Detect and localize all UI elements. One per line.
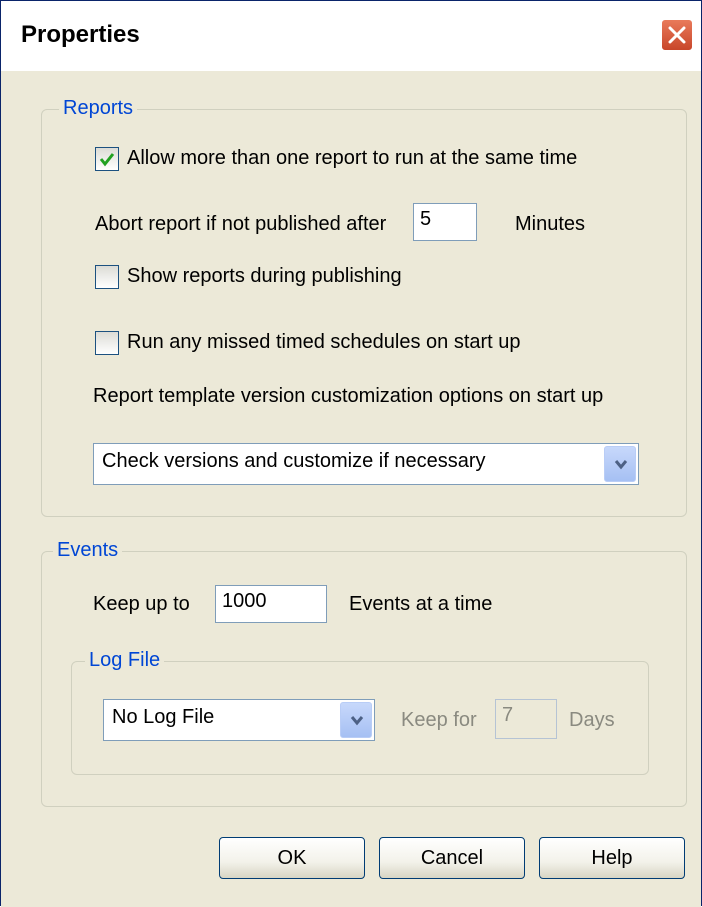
abort-prefix-label: Abort report if not published after (95, 213, 387, 235)
properties-dialog: Properties Reports Allow more than one r… (0, 0, 702, 907)
keep-days-input[interactable]: 7 (495, 699, 557, 739)
template-options-label: Report template version customization op… (93, 385, 604, 407)
close-button[interactable] (661, 19, 693, 51)
chevron-down-icon (350, 716, 364, 726)
cancel-button[interactable]: Cancel (379, 837, 525, 879)
checkmark-icon (99, 153, 115, 167)
reports-legend: Reports (59, 97, 138, 120)
abort-suffix-label: Minutes (515, 213, 586, 235)
keep-events-value: 1000 (222, 590, 267, 612)
title-bar[interactable]: Properties (1, 1, 701, 71)
ok-button[interactable]: OK (219, 837, 365, 879)
help-button[interactable]: Help (539, 837, 685, 879)
template-options-value: Check versions and customize if necessar… (102, 450, 486, 472)
logfile-legend: Log File (85, 649, 165, 672)
keep-events-suffix-label: Events at a time (349, 593, 493, 615)
abort-minutes-value: 5 (420, 208, 432, 230)
template-options-select[interactable]: Check versions and customize if necessar… (93, 443, 639, 485)
abort-minutes-input[interactable]: 5 (413, 203, 477, 241)
dialog-content: Reports Allow more than one report to ru… (1, 71, 701, 907)
run-missed-checkbox[interactable] (95, 331, 119, 355)
close-icon (668, 26, 686, 44)
template-options-dropdown-button[interactable] (604, 446, 636, 482)
logfile-select-value: No Log File (112, 706, 215, 728)
keep-up-to-label: Keep up to (93, 593, 190, 615)
allow-multiple-checkbox[interactable] (95, 147, 119, 171)
days-label: Days (569, 709, 615, 731)
events-legend: Events (53, 539, 123, 562)
dialog-title: Properties (21, 21, 140, 48)
run-missed-label[interactable]: Run any missed timed schedules on start … (127, 331, 521, 354)
keep-events-input[interactable]: 1000 (215, 585, 327, 623)
logfile-dropdown-button[interactable] (340, 702, 372, 738)
keep-days-value: 7 (502, 704, 514, 726)
chevron-down-icon (614, 460, 628, 470)
show-reports-label[interactable]: Show reports during publishing (127, 265, 402, 288)
show-reports-checkbox[interactable] (95, 265, 119, 289)
logfile-select[interactable]: No Log File (103, 699, 375, 741)
keep-for-label: Keep for (401, 709, 477, 731)
allow-multiple-label[interactable]: Allow more than one report to run at the… (127, 147, 577, 170)
